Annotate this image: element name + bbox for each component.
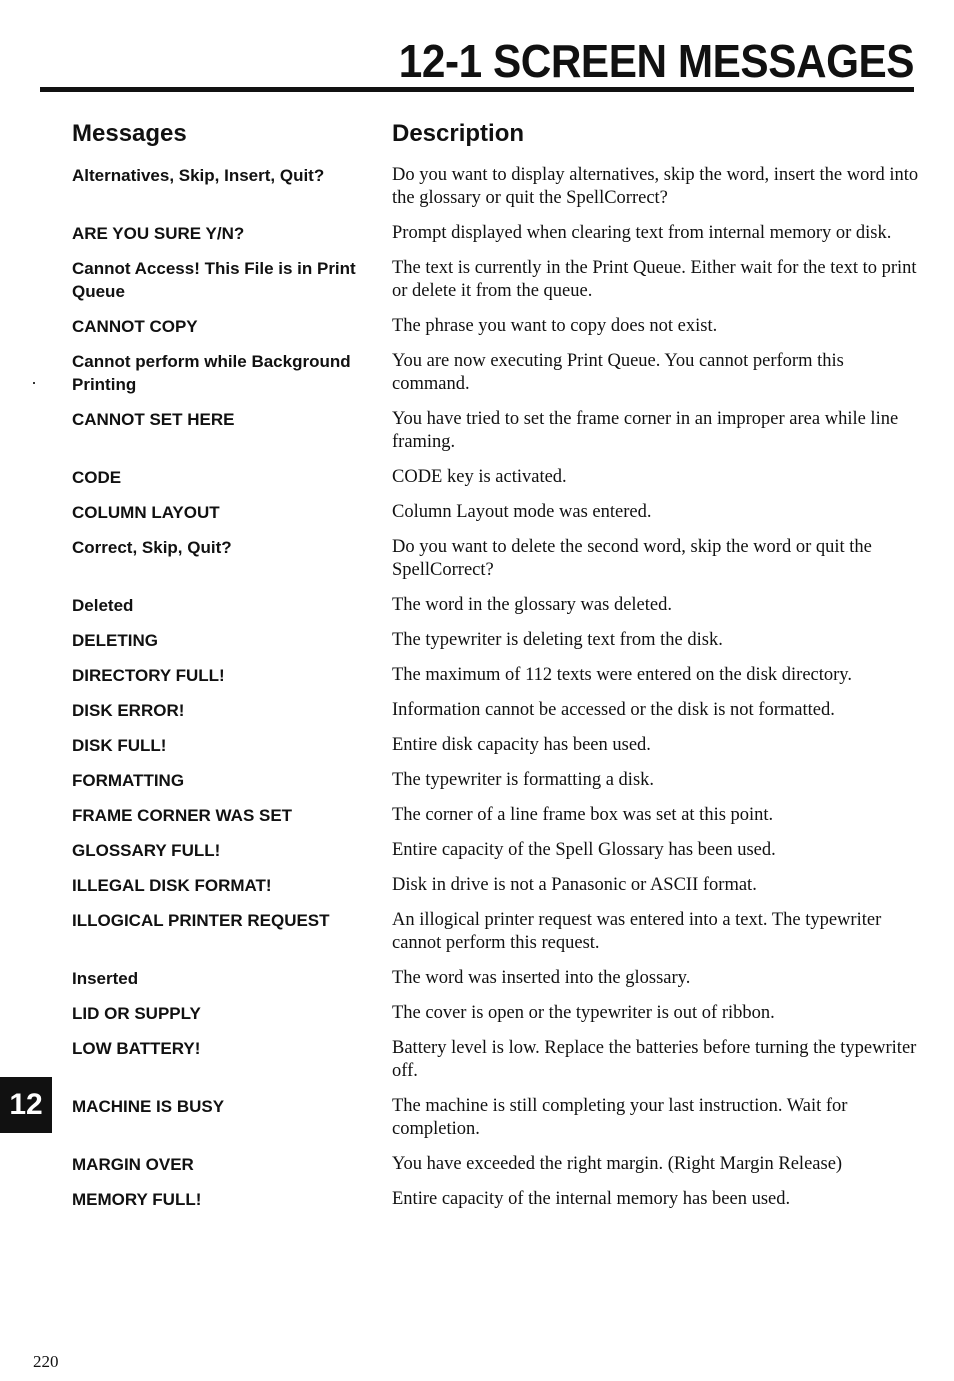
message-row: DISK FULL! Entire disk capacity has been … bbox=[72, 734, 922, 757]
messages-column-header: Messages bbox=[72, 120, 187, 147]
message-text: DIRECTORY FULL! bbox=[72, 666, 225, 685]
message-text: MEMORY FULL! bbox=[72, 1190, 202, 1209]
message-description: You have tried to set the frame corner i… bbox=[392, 409, 899, 452]
message-description: Do you want to delete the second word, s… bbox=[392, 537, 872, 580]
message-description: An illogical printer request was entered… bbox=[392, 910, 882, 953]
message-description: You have exceeded the right margin. (Rig… bbox=[392, 1154, 843, 1174]
message-text: CANNOT SET HERE bbox=[72, 410, 235, 429]
message-text: ARE YOU SURE Y/N? bbox=[72, 224, 245, 243]
message-row: Inserted The word was inserted into the g… bbox=[72, 967, 922, 990]
message-description: Entire capacity of the internal memory h… bbox=[392, 1189, 791, 1209]
message-text: GLOSSARY FULL! bbox=[72, 841, 221, 860]
message-text: CODE bbox=[72, 468, 122, 487]
message-row: Correct, Skip, Quit? Do you want to delet… bbox=[72, 536, 922, 582]
message-text: DISK FULL! bbox=[72, 736, 167, 755]
message-description: The phrase you want to copy does not exi… bbox=[392, 316, 718, 336]
message-text: Deleted bbox=[72, 596, 134, 615]
message-text: ILLOGICAL PRINTER REQUEST bbox=[72, 911, 330, 930]
message-row: Cannot perform while Background Printing… bbox=[72, 350, 922, 396]
message-row: CODE CODE key is activated. bbox=[72, 466, 922, 489]
message-row: MACHINE IS BUSY The machine is still comp… bbox=[72, 1095, 922, 1141]
message-description: Do you want to display alternatives, ski… bbox=[392, 165, 919, 208]
message-text: MACHINE IS BUSY bbox=[72, 1097, 225, 1116]
message-text: FRAME CORNER WAS SET bbox=[72, 806, 293, 825]
message-text: COLUMN LAYOUT bbox=[72, 503, 220, 522]
message-row: DISK ERROR! Information cannot be accesse… bbox=[72, 699, 922, 722]
message-text: DISK ERROR! bbox=[72, 701, 185, 720]
message-description: The typewriter is deleting text from the… bbox=[392, 630, 723, 650]
message-row: ARE YOU SURE Y/N? Prompt displayed when c… bbox=[72, 222, 922, 245]
message-text: Correct, Skip, Quit? bbox=[72, 538, 232, 557]
message-description: Disk in drive is not a Panasonic or ASCI… bbox=[392, 875, 757, 895]
message-description: Battery level is low. Replace the batter… bbox=[392, 1038, 917, 1081]
message-row: GLOSSARY FULL! Entire capacity of the Spe… bbox=[72, 839, 922, 862]
message-description: The text is currently in the Print Queue… bbox=[392, 258, 917, 301]
message-description: You are now executing Print Queue. You c… bbox=[392, 351, 844, 394]
message-description: The corner of a line frame box was set a… bbox=[392, 805, 774, 825]
message-text: Inserted bbox=[72, 969, 139, 988]
message-text: LOW BATTERY! bbox=[72, 1039, 201, 1058]
message-text: LID OR SUPPLY bbox=[72, 1004, 201, 1023]
message-text: MARGIN OVER bbox=[72, 1155, 194, 1174]
message-row: ILLOGICAL PRINTER REQUEST An illogical pr… bbox=[72, 909, 922, 955]
message-text: Cannot Access! This File is in Print Que… bbox=[72, 259, 356, 301]
message-description: Entire capacity of the Spell Glossary ha… bbox=[392, 840, 776, 860]
message-row: ILLEGAL DISK FORMAT! Disk in drive is not… bbox=[72, 874, 922, 897]
title-rule bbox=[40, 87, 914, 92]
message-row: CANNOT SET HERE You have tried to set the… bbox=[72, 408, 922, 454]
message-text: DELETING bbox=[72, 631, 158, 650]
message-row: MARGIN OVER You have exceeded the right m… bbox=[72, 1153, 922, 1176]
message-description: The machine is still completing your las… bbox=[392, 1096, 848, 1139]
message-description: CODE key is activated. bbox=[392, 467, 567, 487]
description-column-header: Description bbox=[392, 120, 525, 147]
message-description: The maximum of 112 texts were entered on… bbox=[392, 665, 852, 685]
message-row: CANNOT COPY The phrase you want to copy d… bbox=[72, 315, 922, 338]
message-text: ILLEGAL DISK FORMAT! bbox=[72, 876, 272, 895]
message-row: LOW BATTERY! Battery level is low. Replac… bbox=[72, 1037, 922, 1083]
message-row: FRAME CORNER WAS SET The corner of a line… bbox=[72, 804, 922, 827]
messages-table: Alternatives, Skip, Insert, Quit? Do you … bbox=[72, 164, 922, 1223]
message-row: DELETING The typewriter is deleting text … bbox=[72, 629, 922, 652]
message-row: Alternatives, Skip, Insert, Quit? Do you … bbox=[72, 164, 922, 210]
message-row: MEMORY FULL! Entire capacity of the inter… bbox=[72, 1188, 922, 1211]
scan-speck bbox=[33, 382, 35, 384]
message-description: Information cannot be accessed or the di… bbox=[392, 700, 835, 720]
message-description: Column Layout mode was entered. bbox=[392, 502, 652, 522]
chapter-tab: 12 bbox=[0, 1077, 52, 1133]
message-row: Cannot Access! This File is in Print Que… bbox=[72, 257, 922, 303]
message-description: The word was inserted into the glossary. bbox=[392, 968, 691, 988]
message-description: Prompt displayed when clearing text from… bbox=[392, 223, 892, 243]
message-text: Cannot perform while Background Printing bbox=[72, 352, 351, 394]
message-description: The typewriter is formatting a disk. bbox=[392, 770, 655, 790]
message-description: The cover is open or the typewriter is o… bbox=[392, 1003, 775, 1023]
message-row: Deleted The word in the glossary was dele… bbox=[72, 594, 922, 617]
message-description: Entire disk capacity has been used. bbox=[392, 735, 651, 755]
page-number: 220 bbox=[33, 1352, 59, 1371]
message-text: Alternatives, Skip, Insert, Quit? bbox=[72, 166, 325, 185]
message-row: COLUMN LAYOUT Column Layout mode was ente… bbox=[72, 501, 922, 524]
message-row: LID OR SUPPLY The cover is open or the ty… bbox=[72, 1002, 922, 1025]
message-row: FORMATTING The typewriter is formatting a… bbox=[72, 769, 922, 792]
message-row: DIRECTORY FULL! The maximum of 112 texts … bbox=[72, 664, 922, 687]
message-text: CANNOT COPY bbox=[72, 317, 198, 336]
message-text: FORMATTING bbox=[72, 771, 185, 790]
page-title: 12-1 SCREEN MESSAGES bbox=[398, 35, 915, 87]
message-description: The word in the glossary was deleted. bbox=[392, 595, 672, 615]
